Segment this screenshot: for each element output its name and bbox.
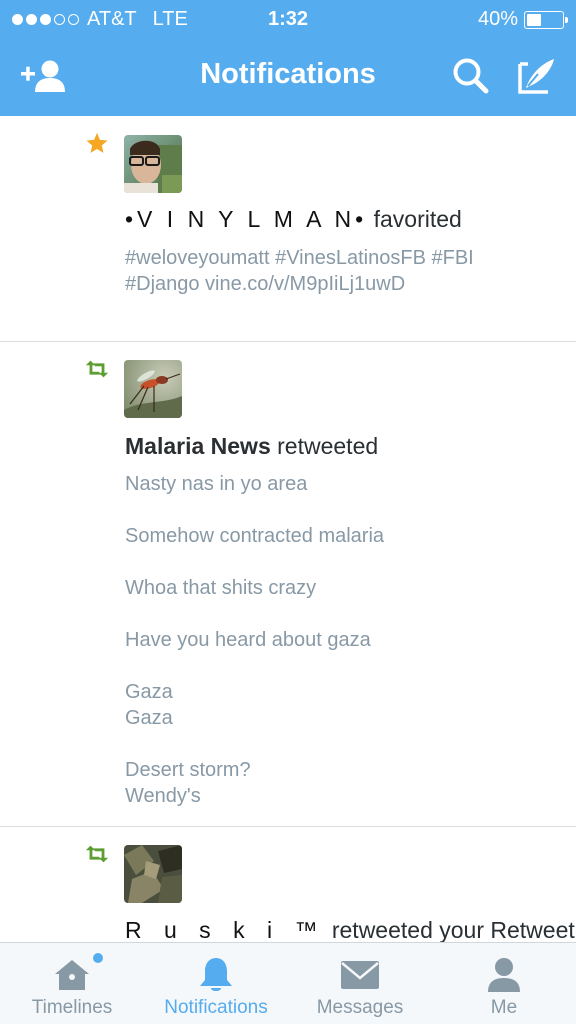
battery-indicator: 40% bbox=[477, 8, 568, 31]
user-name[interactable]: R u s k i ™ bbox=[125, 917, 325, 942]
tweet-line[interactable]: Gaza bbox=[125, 679, 384, 705]
notification-headline: •V I N Y L M A N• favorited bbox=[125, 206, 462, 233]
envelope-icon bbox=[341, 961, 379, 989]
notification-item[interactable]: Malaria News retweeted Nasty nas in yo a… bbox=[0, 342, 576, 827]
compose-icon bbox=[518, 59, 554, 94]
bell-icon bbox=[200, 958, 232, 991]
retweet-icon bbox=[85, 845, 109, 863]
retweet-icon bbox=[85, 360, 109, 378]
tab-label: Messages bbox=[316, 997, 404, 1018]
action-text: retweeted bbox=[270, 433, 379, 459]
tweet-line[interactable]: Wendy's bbox=[125, 783, 384, 809]
tab-notifications[interactable]: Notifications bbox=[144, 943, 288, 1024]
tweet-line[interactable]: #weloveyoumatt #VinesLatinosFB #FBI bbox=[125, 245, 474, 271]
compose-button[interactable] bbox=[512, 54, 562, 98]
tweet-text: #weloveyoumatt #VinesLatinosFB #FBI #Dja… bbox=[125, 245, 474, 297]
action-text: retweeted your Retweet bbox=[325, 917, 575, 942]
tweet-line[interactable]: Nasty nas in yo area bbox=[125, 471, 384, 497]
notification-headline: Malaria News retweeted bbox=[125, 433, 378, 460]
avatar[interactable] bbox=[124, 845, 182, 903]
tab-label: Timelines bbox=[31, 997, 113, 1018]
avatar[interactable] bbox=[124, 135, 182, 193]
tweet-line[interactable]: Gaza bbox=[125, 705, 384, 731]
user-name[interactable]: Malaria News bbox=[125, 433, 271, 459]
person-icon bbox=[488, 958, 520, 992]
avatar[interactable] bbox=[124, 360, 182, 418]
new-content-badge bbox=[93, 953, 103, 963]
star-icon bbox=[86, 132, 108, 153]
action-text: favorited bbox=[367, 206, 462, 232]
tab-messages[interactable]: Messages bbox=[288, 943, 432, 1024]
tweet-text: Nasty nas in yo area Somehow contracted … bbox=[125, 471, 384, 809]
tweet-line[interactable]: Desert storm? bbox=[125, 757, 384, 783]
tab-bar: Timelines Notifications Messages Me bbox=[0, 942, 576, 1024]
notifications-feed[interactable]: •V I N Y L M A N• favorited #weloveyouma… bbox=[0, 116, 576, 942]
nav-header: AT&T LTE 1:32 40% Notifications bbox=[0, 0, 576, 116]
battery-icon bbox=[524, 10, 568, 29]
tab-label: Me bbox=[490, 997, 518, 1018]
user-name[interactable]: •V I N Y L M A N• bbox=[125, 206, 367, 232]
search-icon bbox=[453, 58, 489, 94]
notification-headline: R u s k i ™ retweeted your Retweet bbox=[125, 917, 575, 942]
search-button[interactable] bbox=[446, 54, 496, 98]
notification-item[interactable]: R u s k i ™ retweeted your Retweet bbox=[0, 827, 576, 942]
home-icon bbox=[55, 960, 89, 990]
notification-item[interactable]: •V I N Y L M A N• favorited #weloveyouma… bbox=[0, 116, 576, 342]
tab-me[interactable]: Me bbox=[432, 943, 576, 1024]
battery-percent: 40% bbox=[477, 8, 518, 30]
tweet-line[interactable]: Whoa that shits crazy bbox=[125, 575, 384, 601]
tab-timelines[interactable]: Timelines bbox=[0, 943, 144, 1024]
tweet-line[interactable]: Have you heard about gaza bbox=[125, 627, 384, 653]
tweet-line[interactable]: Somehow contracted malaria bbox=[125, 523, 384, 549]
tab-label: Notifications bbox=[164, 997, 268, 1018]
status-bar: AT&T LTE 1:32 40% bbox=[0, 0, 576, 38]
tweet-line[interactable]: #Django vine.co/v/M9pIiLj1uwD bbox=[125, 271, 474, 297]
